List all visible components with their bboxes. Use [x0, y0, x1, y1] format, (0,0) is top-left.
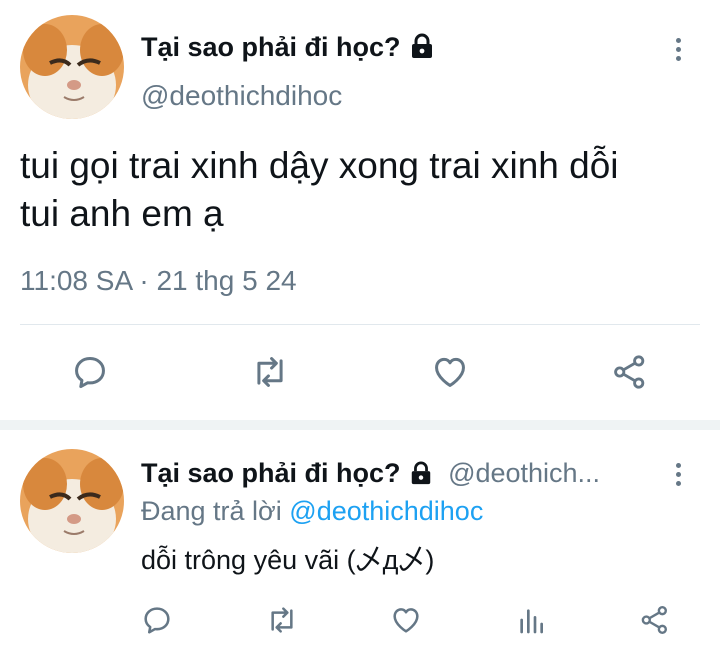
- cat-avatar-image: [20, 15, 124, 119]
- reply-icon[interactable]: [139, 602, 175, 638]
- lock-icon: [409, 33, 435, 67]
- avatar[interactable]: [20, 449, 124, 553]
- tweet-author-row: Tại sao phải đi học?: [141, 30, 435, 67]
- tweet-text-line: tui anh em ạ: [20, 193, 224, 234]
- timestamp[interactable]: 11:08 SA · 21 thg 5 24: [20, 264, 297, 298]
- reply-author-row: Tại sao phải đi học? @deothich...: [141, 457, 600, 492]
- tweet-text: tui gọi trai xinh dậy xong trai xinh dỗi…: [20, 142, 619, 238]
- retweet-icon[interactable]: [263, 602, 301, 638]
- share-icon[interactable]: [610, 352, 650, 392]
- display-name[interactable]: Tại sao phải đi học?: [141, 32, 401, 62]
- replying-to-label: Đang trả lời: [141, 496, 282, 526]
- share-icon[interactable]: [637, 602, 673, 638]
- tweet-text-line: tui gọi trai xinh dậy xong trai xinh dỗi: [20, 145, 619, 186]
- analytics-icon[interactable]: [513, 602, 549, 638]
- display-name[interactable]: Tại sao phải đi học?: [141, 458, 401, 488]
- tweet-separator: [0, 420, 720, 430]
- heart-icon[interactable]: [429, 352, 471, 392]
- handle[interactable]: @deothichdihoc: [141, 79, 342, 113]
- reply-text: dỗi trông yêu vãi (乄д乄): [141, 545, 435, 575]
- lock-icon: [409, 460, 433, 492]
- more-vertical-icon[interactable]: [668, 32, 688, 66]
- reply-icon[interactable]: [70, 352, 110, 392]
- divider: [20, 324, 700, 325]
- cat-avatar-image: [20, 449, 124, 553]
- replying-to-handle[interactable]: @deothichdihoc: [289, 496, 483, 526]
- replying-to: Đang trả lời @deothichdihoc: [141, 495, 483, 527]
- handle[interactable]: @deothich...: [448, 458, 600, 488]
- retweet-icon[interactable]: [248, 352, 292, 392]
- avatar[interactable]: [20, 15, 124, 119]
- more-vertical-icon[interactable]: [668, 457, 688, 491]
- heart-icon[interactable]: [388, 602, 424, 638]
